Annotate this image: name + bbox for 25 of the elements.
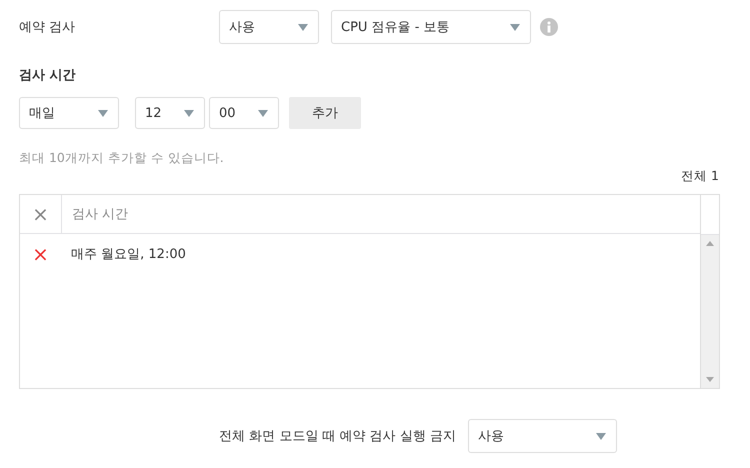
table-cell-text: 매주 월요일, 12:00 — [70, 246, 186, 263]
fullscreen-dropdown[interactable]: 사용 — [468, 419, 617, 453]
frequency-dropdown[interactable]: 매일 — [19, 97, 119, 129]
caret-icon — [510, 24, 520, 30]
cpu-dropdown[interactable]: CPU 점유율 - 보통 — [331, 10, 531, 44]
caret-icon — [596, 432, 606, 440]
scrollbar[interactable] — [701, 235, 719, 388]
caret-icon — [184, 110, 194, 116]
column-header: 검사 시간 — [71, 206, 128, 223]
remove-icon[interactable]: × — [20, 242, 61, 266]
section-heading: 검사 시간 — [19, 67, 77, 85]
caret-icon — [258, 110, 268, 116]
hour-dropdown[interactable]: 12 — [135, 97, 205, 129]
total-count: 전체 1 — [681, 168, 719, 185]
scroll-down-icon[interactable] — [706, 377, 714, 382]
fullscreen-label: 전체 화면 모드일 때 예약 검사 실행 금지 — [219, 428, 456, 445]
caret-icon — [98, 110, 108, 116]
add-button[interactable]: 추가 — [289, 97, 361, 129]
info-icon[interactable] — [540, 18, 558, 36]
scheduled-scan-label: 예약 검사 — [19, 19, 76, 36]
caret-icon — [298, 24, 308, 30]
hint-text: 최대 10개까지 추가할 수 있습니다. — [19, 150, 225, 167]
mode-dropdown[interactable]: 사용 — [219, 10, 319, 44]
minute-dropdown[interactable]: 00 — [209, 97, 279, 129]
scroll-up-icon[interactable] — [706, 241, 714, 246]
